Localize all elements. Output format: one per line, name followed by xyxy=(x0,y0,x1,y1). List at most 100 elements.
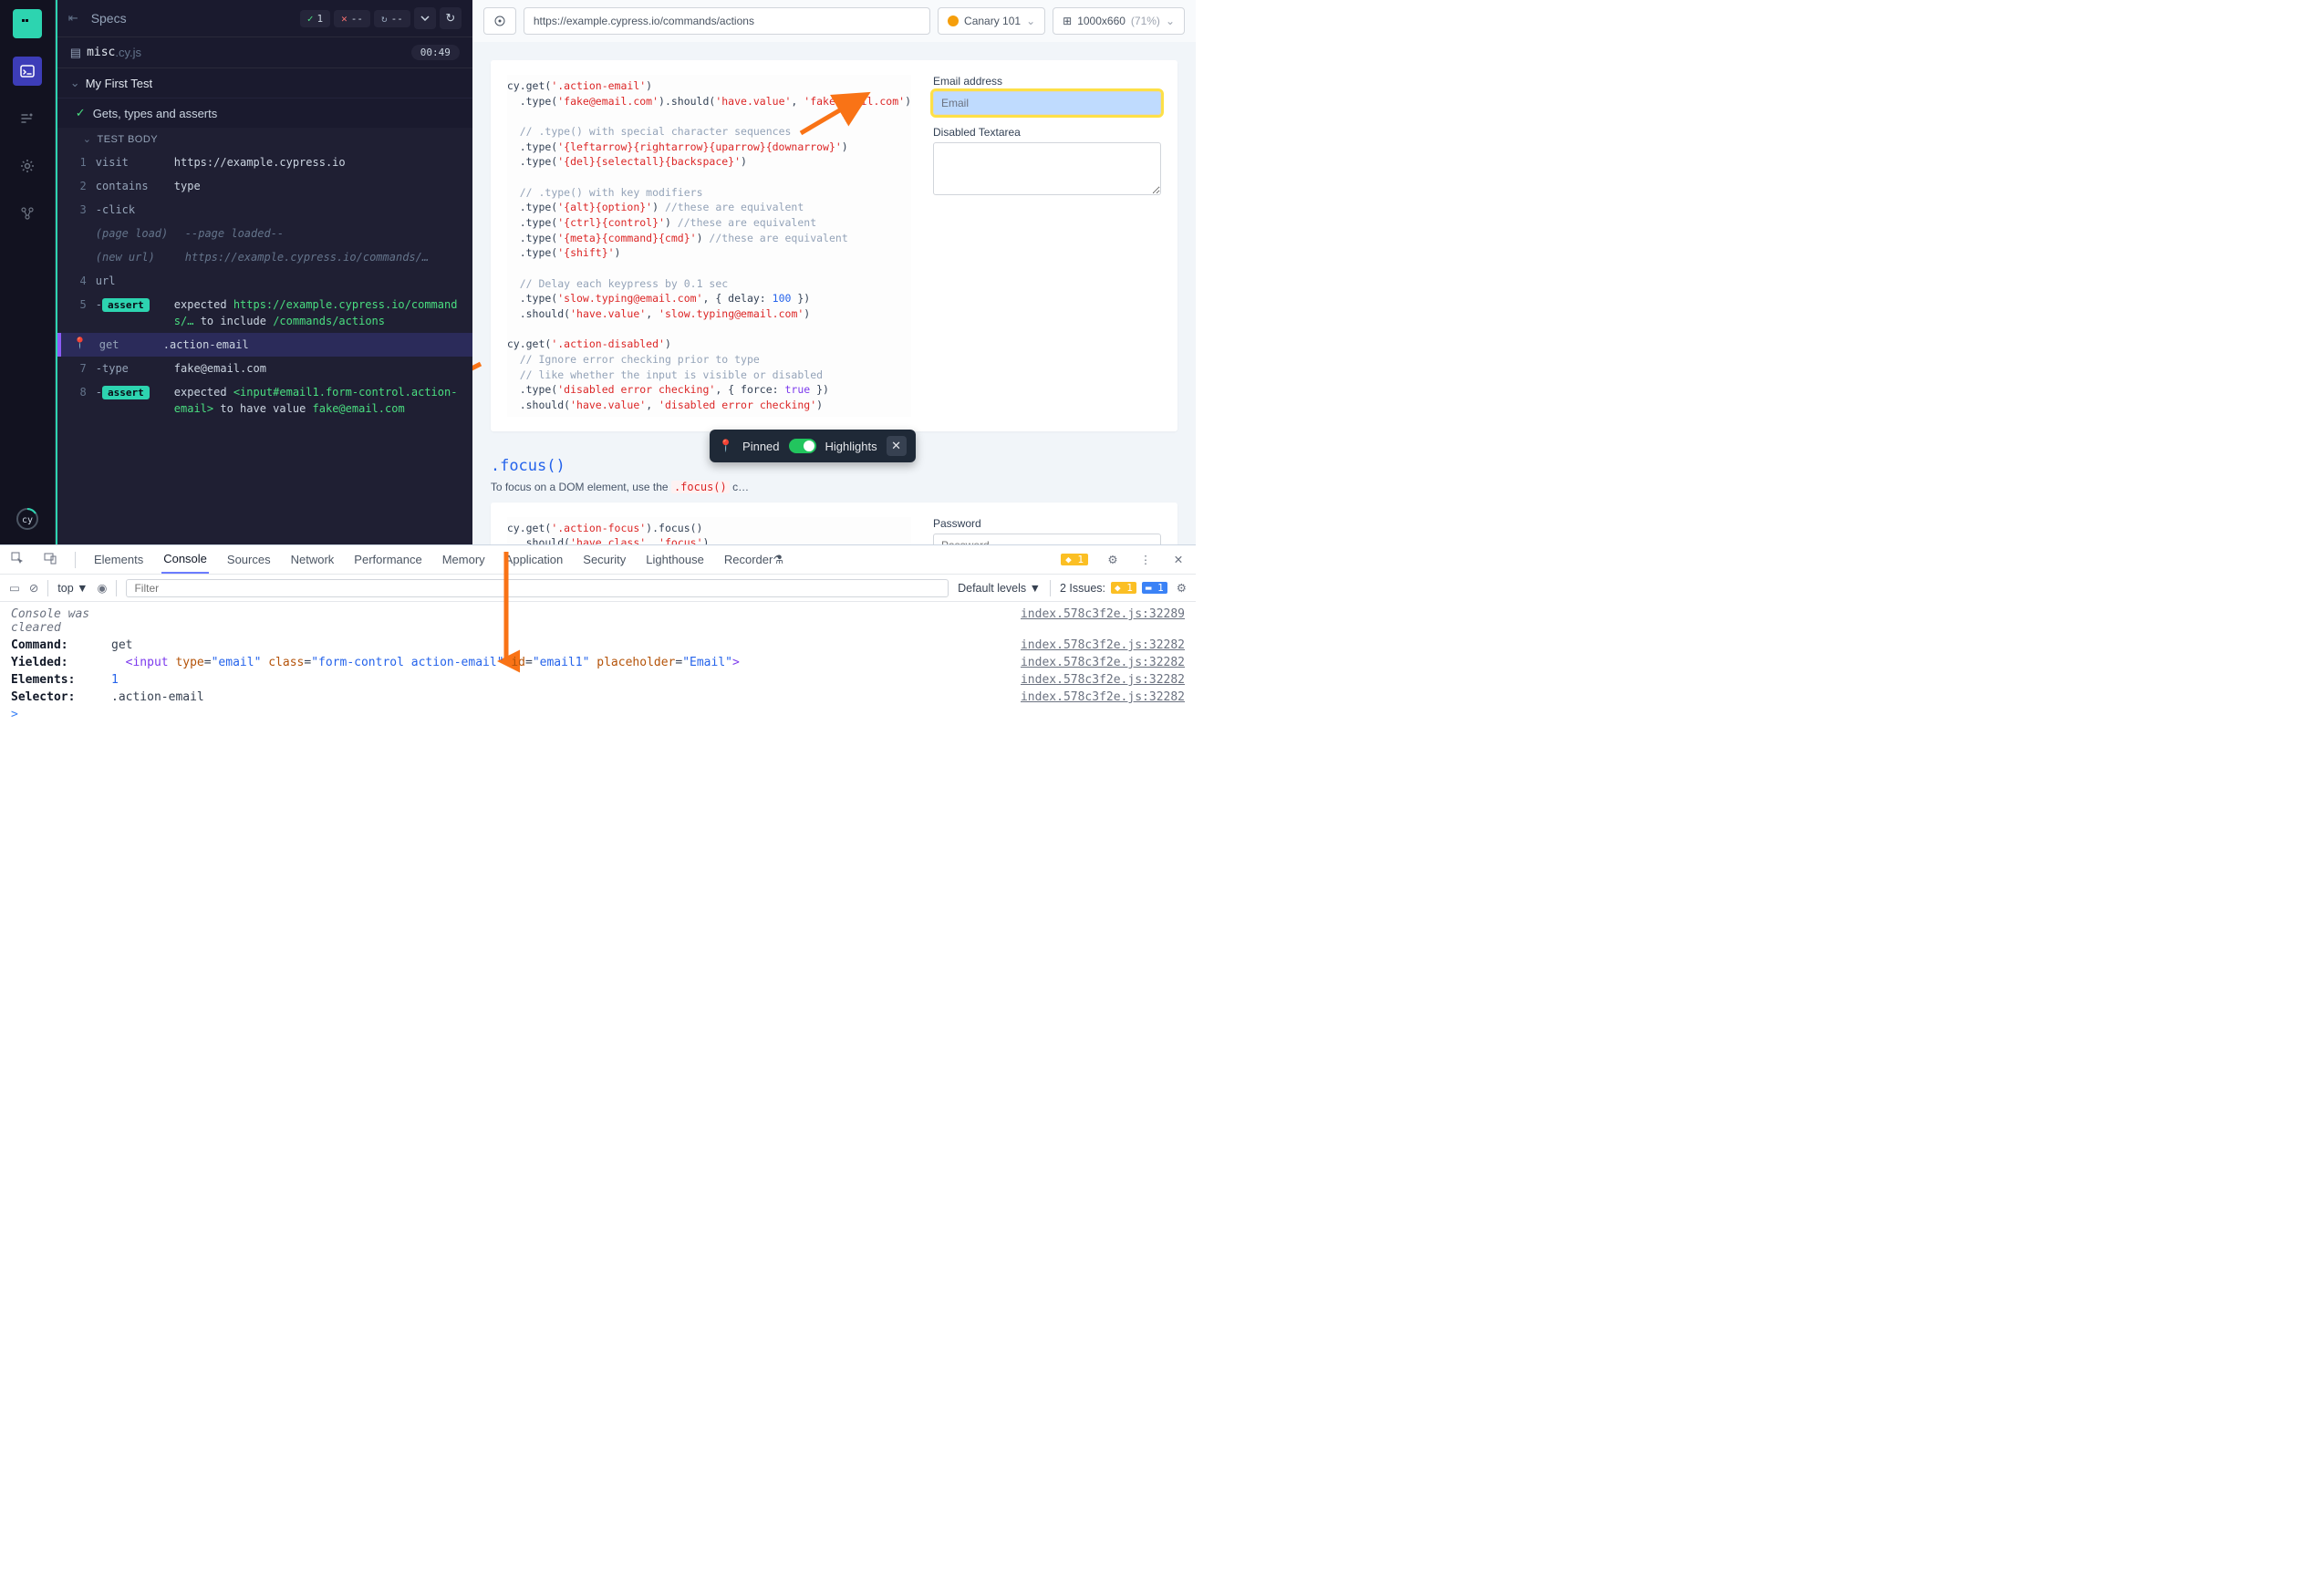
levels-selector[interactable]: Default levels ▼ xyxy=(958,582,1041,595)
textarea-label: Disabled Textarea xyxy=(933,126,1161,139)
device-toggle-icon[interactable] xyxy=(42,552,58,567)
pinned-toast: 📍 Pinned Highlights ✕ xyxy=(710,430,916,462)
console-toolbar: ▭ ⊘ top ▼ ◉ Default levels ▼ 2 Issues: ◆… xyxy=(0,575,1196,602)
selector-playground-button[interactable] xyxy=(483,7,516,35)
chevron-down-icon: ⌄ xyxy=(70,76,80,90)
tab-network[interactable]: Network xyxy=(289,545,337,574)
flask-icon: ⚗ xyxy=(773,553,783,567)
test-body-header[interactable]: ⌄ TEST BODY xyxy=(57,128,472,150)
password-field[interactable] xyxy=(933,534,1161,544)
sidebar-toggle-icon[interactable]: ▭ xyxy=(9,581,20,595)
cmd-new-url: (new url) https://example.cypress.io/com… xyxy=(57,245,472,269)
source-link[interactable]: index.578c3f2e.js:32282 xyxy=(1021,690,1185,704)
browser-selector[interactable]: Canary 101⌄ xyxy=(938,7,1045,35)
console-command-line: Command: get index.578c3f2e.js:32282 xyxy=(11,637,1185,654)
file-icon: ▤ xyxy=(70,46,81,60)
spec-name: misc xyxy=(87,46,115,59)
cmd-assert-url[interactable]: 5 -assert expected https://example.cypre… xyxy=(57,293,472,333)
cypress-logo-icon[interactable]: cy xyxy=(13,504,42,534)
runs-nav-icon[interactable] xyxy=(13,104,42,133)
debug-nav-icon[interactable] xyxy=(13,199,42,228)
code-block-type: cy.get('.action-email') .type('fake@emai… xyxy=(507,75,911,417)
source-link[interactable]: index.578c3f2e.js:32282 xyxy=(1021,638,1185,652)
test-reporter: ⇤ Specs ✓1 ✕-- ↻-- ↻ ▤ misc.cy.js 00:49 … xyxy=(56,0,472,544)
tab-recorder[interactable]: Recorder ⚗ xyxy=(722,545,785,574)
cmd-page-load: (page load) --page loaded-- xyxy=(57,222,472,245)
form-column: Email address Email Disabled Textarea xyxy=(933,75,1161,417)
console-clear-line: Console was cleared index.578c3f2e.js:32… xyxy=(11,606,1185,637)
spec-file-row[interactable]: ▤ misc.cy.js 00:49 xyxy=(57,37,472,68)
tab-sources[interactable]: Sources xyxy=(225,545,273,574)
email-field[interactable]: Email xyxy=(933,91,1161,115)
tab-console[interactable]: Console xyxy=(161,545,209,574)
clear-console-icon[interactable]: ⊘ xyxy=(29,581,38,595)
chevron-down-icon: ⌄ xyxy=(83,133,92,145)
close-icon[interactable]: ✕ xyxy=(1170,553,1187,566)
svg-text:cy: cy xyxy=(22,515,33,525)
tab-lighthouse[interactable]: Lighthouse xyxy=(644,545,706,574)
spec-timer: 00:49 xyxy=(411,45,460,60)
warning-badge[interactable]: ◆ 1 xyxy=(1061,554,1088,565)
specs-label: Specs xyxy=(91,11,127,26)
describe-title: My First Test xyxy=(86,77,152,90)
cmd-visit[interactable]: 1 visit https://example.cypress.io xyxy=(57,150,472,174)
filter-input[interactable] xyxy=(126,579,949,597)
annotation-arrow-icon xyxy=(472,357,485,393)
gear-icon[interactable]: ⚙ xyxy=(1177,581,1187,595)
pin-icon: 📍 xyxy=(719,439,733,453)
cmd-click[interactable]: 3 -click xyxy=(57,198,472,222)
source-link[interactable]: index.578c3f2e.js:32289 xyxy=(1021,607,1185,635)
devtools-panel: Elements Console Sources Network Perform… xyxy=(0,544,1196,763)
url-bar[interactable]: https://example.cypress.io/commands/acti… xyxy=(524,7,930,35)
describe-row[interactable]: ⌄ My First Test xyxy=(57,68,472,98)
issues-counter[interactable]: 2 Issues: ◆ 1 ▬ 1 xyxy=(1060,582,1167,595)
app-logo-icon[interactable] xyxy=(13,9,42,38)
tab-performance[interactable]: Performance xyxy=(352,545,423,574)
pin-icon: 📍 xyxy=(74,337,87,349)
code-block-focus: cy.get('.action-focus').focus() .should(… xyxy=(507,517,911,544)
cmd-get-highlighted[interactable]: 📍 get .action-email xyxy=(57,333,472,357)
disabled-textarea[interactable] xyxy=(933,142,1161,195)
source-link[interactable]: index.578c3f2e.js:32282 xyxy=(1021,673,1185,687)
options-dropdown[interactable] xyxy=(414,7,436,29)
close-icon[interactable]: ✕ xyxy=(887,436,907,456)
console-prompt[interactable]: > xyxy=(11,706,1185,723)
tab-application[interactable]: Application xyxy=(503,545,565,574)
eye-icon[interactable]: ◉ xyxy=(98,581,108,595)
kebab-icon[interactable]: ⋮ xyxy=(1137,553,1154,566)
cmd-type[interactable]: 7 -type fake@email.com xyxy=(57,357,472,380)
inspect-icon[interactable] xyxy=(9,552,26,567)
console-elements-line: Elements: 1 index.578c3f2e.js:32282 xyxy=(11,671,1185,689)
specs-nav-icon[interactable] xyxy=(13,57,42,86)
reload-button[interactable]: ↻ xyxy=(440,7,462,29)
viewport-selector[interactable]: ⊞1000x660(71%)⌄ xyxy=(1053,7,1185,35)
reporter-header: ⇤ Specs ✓1 ✕-- ↻-- ↻ xyxy=(57,0,472,37)
cmd-assert-value[interactable]: 8 -assert expected <input#email1.form-co… xyxy=(57,380,472,420)
highlights-toggle[interactable] xyxy=(789,439,816,453)
email-label: Email address xyxy=(933,75,1161,88)
gear-icon[interactable]: ⚙ xyxy=(1105,553,1121,566)
context-selector[interactable]: top ▼ xyxy=(57,582,88,595)
back-icon[interactable]: ⇤ xyxy=(68,11,78,26)
test-row[interactable]: ✓ Gets, types and asserts xyxy=(57,98,472,128)
devtools-tabs: Elements Console Sources Network Perform… xyxy=(0,545,1196,575)
tab-elements[interactable]: Elements xyxy=(92,545,145,574)
focus-description: To focus on a DOM element, use the .focu… xyxy=(491,481,1177,493)
source-link[interactable]: index.578c3f2e.js:32282 xyxy=(1021,656,1185,669)
highlights-label: Highlights xyxy=(825,440,877,453)
type-example-card: cy.get('.action-email') .type('fake@emai… xyxy=(491,60,1177,431)
check-icon: ✓ xyxy=(76,106,86,120)
viewport-icon: ⊞ xyxy=(1063,15,1072,27)
password-label: Password xyxy=(933,517,1161,530)
tab-security[interactable]: Security xyxy=(581,545,628,574)
fail-count-pill: ✕-- xyxy=(334,10,370,27)
console-yielded-line: Yielded: <input type="email" class="form… xyxy=(11,654,1185,671)
test-body-label: TEST BODY xyxy=(98,134,159,145)
settings-nav-icon[interactable] xyxy=(13,151,42,181)
console-selector-line: Selector: .action-email index.578c3f2e.j… xyxy=(11,689,1185,706)
cmd-contains[interactable]: 2 contains type xyxy=(57,174,472,198)
cmd-url[interactable]: 4 url xyxy=(57,269,472,293)
command-log: 1 visit https://example.cypress.io 2 con… xyxy=(57,150,472,544)
console-output: Console was cleared index.578c3f2e.js:32… xyxy=(0,602,1196,763)
tab-memory[interactable]: Memory xyxy=(441,545,487,574)
